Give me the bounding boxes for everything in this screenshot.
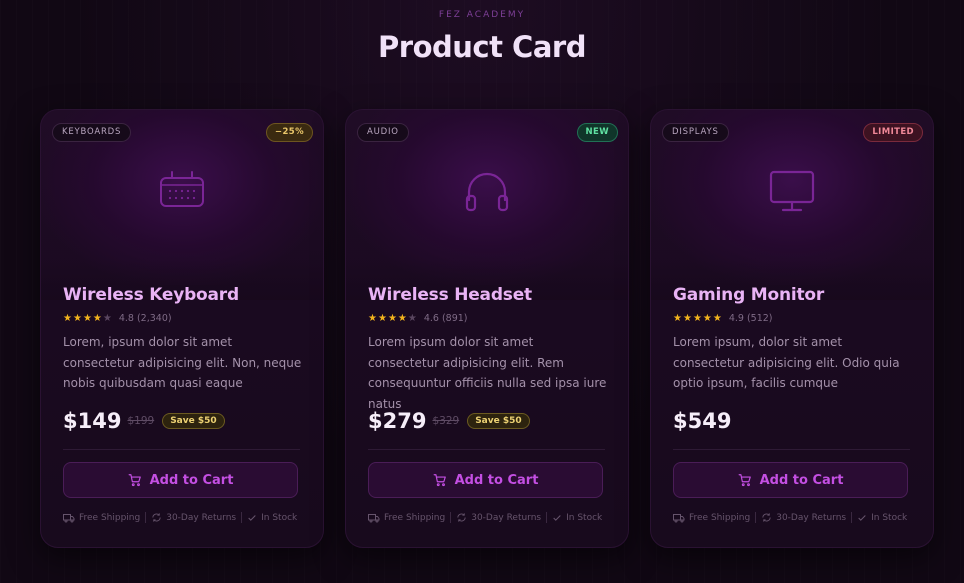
star-icon: ★ bbox=[368, 312, 377, 324]
price: $549 bbox=[673, 409, 732, 433]
category-tag: KEYBOARDS bbox=[52, 123, 132, 142]
star-icon: ★ bbox=[682, 312, 692, 324]
perk-returns: 30-Day Returns bbox=[456, 512, 541, 523]
cart-icon bbox=[433, 474, 446, 487]
brand-eyebrow: FEZ ACADEMY bbox=[438, 10, 526, 20]
page-title: Product Card bbox=[378, 30, 586, 64]
star-icon: ★ bbox=[673, 312, 682, 324]
truck-icon bbox=[63, 513, 75, 522]
headphones-icon bbox=[463, 168, 511, 216]
old-price: $329 bbox=[432, 415, 460, 427]
check-icon bbox=[553, 514, 561, 521]
add-to-cart-label: Add to Cart bbox=[149, 472, 234, 488]
rating: ★ ★ ★ ★ ★ 4.6 (891) bbox=[368, 313, 468, 324]
perk-in-stock: In Stock bbox=[552, 513, 602, 523]
star-icon: ★ bbox=[387, 312, 397, 324]
rating-text: 4.9 (512) bbox=[728, 313, 773, 324]
divider bbox=[368, 449, 605, 450]
star-icon: ★ bbox=[692, 312, 702, 324]
perk-free-shipping: Free Shipping bbox=[63, 513, 140, 523]
rating-text: 4.6 (891) bbox=[423, 313, 468, 324]
perks: Free Shipping 30-Day Returns In Stock bbox=[368, 512, 608, 523]
perk-returns: 30-Day Returns bbox=[761, 512, 846, 523]
truck-icon bbox=[673, 513, 685, 522]
rating-text: 4.8 (2,340) bbox=[118, 313, 172, 324]
save-badge: Save $50 bbox=[162, 413, 225, 429]
category-tag: AUDIO bbox=[357, 123, 409, 142]
save-badge: Save $50 bbox=[467, 413, 530, 429]
truck-icon bbox=[368, 513, 380, 522]
star-icon: ★ bbox=[63, 312, 72, 324]
monitor-icon bbox=[768, 168, 816, 216]
add-to-cart-button[interactable]: Add to Cart bbox=[368, 462, 603, 498]
keyboard-icon bbox=[158, 168, 206, 216]
star-icon: ★ bbox=[397, 312, 407, 324]
refresh-icon bbox=[762, 513, 771, 522]
star-icon: ★ bbox=[92, 312, 102, 324]
discount-badge: −25% bbox=[265, 123, 313, 142]
rating: ★ ★ ★ ★ ★ 4.9 (512) bbox=[673, 313, 773, 324]
product-name: Gaming Monitor bbox=[673, 285, 825, 305]
old-price: $199 bbox=[127, 415, 155, 427]
product-card: DISPLAYS LIMITED Gaming Monitor ★ ★ ★ ★ … bbox=[650, 109, 934, 548]
check-icon bbox=[858, 514, 866, 521]
product-card: KEYBOARDS −25% Wireless Keyboard ★ ★ ★ ★ bbox=[40, 109, 324, 548]
divider bbox=[63, 449, 300, 450]
product-card: AUDIO NEW Wireless Headset ★ ★ ★ ★ ★ 4.6… bbox=[345, 109, 629, 548]
cart-icon bbox=[128, 474, 141, 487]
product-name: Wireless Headset bbox=[368, 285, 532, 305]
rating: ★ ★ ★ ★ ★ 4.8 (2,340) bbox=[63, 313, 172, 324]
new-badge: NEW bbox=[576, 123, 618, 142]
product-description: Lorem ipsum dolor sit amet consectetur a… bbox=[368, 335, 607, 411]
price: $279 bbox=[368, 409, 427, 433]
perk-returns: 30-Day Returns bbox=[151, 512, 236, 523]
category-tag: DISPLAYS bbox=[662, 123, 729, 142]
perk-in-stock: In Stock bbox=[247, 513, 297, 523]
perks: Free Shipping 30-Day Returns In Stock bbox=[673, 512, 913, 523]
price: $149 bbox=[63, 409, 122, 433]
perk-free-shipping: Free Shipping bbox=[673, 513, 750, 523]
product-name: Wireless Keyboard bbox=[63, 285, 239, 305]
price-row: $279 $329 Save $50 bbox=[368, 407, 530, 435]
add-to-cart-label: Add to Cart bbox=[759, 472, 844, 488]
star-icon: ★ bbox=[72, 312, 82, 324]
star-icon: ★ bbox=[377, 312, 387, 324]
star-rating: ★ ★ ★ ★ ★ bbox=[63, 312, 113, 324]
refresh-icon bbox=[457, 513, 466, 522]
price-row: $149 $199 Save $50 bbox=[63, 407, 225, 435]
star-icon: ★ bbox=[702, 312, 712, 324]
perk-in-stock: In Stock bbox=[857, 513, 907, 523]
star-icon: ★ bbox=[407, 312, 417, 324]
star-icon: ★ bbox=[102, 312, 112, 324]
perks: Free Shipping 30-Day Returns In Stock bbox=[63, 512, 303, 523]
divider bbox=[673, 449, 910, 450]
refresh-icon bbox=[152, 513, 161, 522]
star-icon: ★ bbox=[82, 312, 92, 324]
check-icon bbox=[248, 514, 256, 521]
add-to-cart-label: Add to Cart bbox=[454, 472, 539, 488]
star-rating: ★ ★ ★ ★ ★ bbox=[673, 312, 723, 324]
product-description: Lorem ipsum, dolor sit amet consectetur … bbox=[673, 335, 900, 390]
page: FEZ ACADEMY Product Card KEYBOARDS −25% … bbox=[0, 0, 964, 583]
star-icon: ★ bbox=[712, 312, 722, 324]
cart-icon bbox=[738, 474, 751, 487]
perk-free-shipping: Free Shipping bbox=[368, 513, 445, 523]
product-description: Lorem, ipsum dolor sit amet consectetur … bbox=[63, 335, 302, 390]
add-to-cart-button[interactable]: Add to Cart bbox=[63, 462, 298, 498]
star-rating: ★ ★ ★ ★ ★ bbox=[368, 312, 418, 324]
limited-badge: LIMITED bbox=[863, 123, 923, 142]
price-row: $549 bbox=[673, 407, 737, 435]
add-to-cart-button[interactable]: Add to Cart bbox=[673, 462, 908, 498]
